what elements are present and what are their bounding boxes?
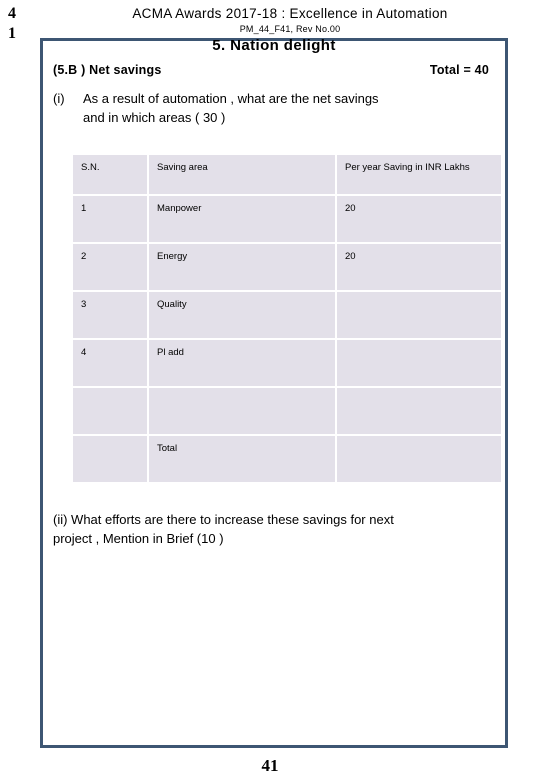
cell-total-value[interactable] — [337, 436, 501, 482]
cell-area[interactable]: Manpower — [149, 196, 335, 242]
question-header-row: (5.B ) Net savings Total = 40 — [53, 63, 493, 77]
margin-marker-2: 1 — [8, 25, 16, 42]
sub-question-ii-line1: (ii) What efforts are there to increase … — [53, 512, 394, 527]
table-header-sn: S.N. — [73, 155, 147, 194]
table-header-row: S.N. Saving area Per year Saving in INR … — [73, 155, 501, 194]
sub-question-ii-line2: project , Mention in Brief (10 ) — [53, 531, 224, 546]
document-page: 4 1 ACMA Awards 2017-18 : Excellence in … — [0, 0, 540, 780]
cell-sn[interactable] — [73, 388, 147, 434]
document-title: ACMA Awards 2017-18 : Excellence in Auto… — [132, 6, 448, 21]
cell-value[interactable]: 20 — [337, 196, 501, 242]
savings-table: S.N. Saving area Per year Saving in INR … — [71, 153, 503, 484]
table-header-area: Saving area — [149, 155, 335, 194]
cell-sn[interactable] — [73, 436, 147, 482]
sub-question-i-text: As a result of automation , what are the… — [83, 89, 497, 127]
table-row: 1 Manpower 20 — [73, 196, 501, 242]
margin-page-markers: 4 1 — [8, 4, 34, 44]
cell-sn[interactable]: 2 — [73, 244, 147, 290]
sub-question-i-line2: and in which areas ( 30 ) — [83, 110, 226, 125]
cell-value[interactable] — [337, 292, 501, 338]
sub-question-i-line1: As a result of automation , what are the… — [83, 91, 379, 106]
total-marks-label: Total = 40 — [429, 63, 489, 77]
sub-question-i-marker: (i) — [53, 91, 65, 106]
table-row: 2 Energy 20 — [73, 244, 501, 290]
cell-area[interactable] — [149, 388, 335, 434]
savings-table-wrapper: S.N. Saving area Per year Saving in INR … — [71, 153, 501, 484]
margin-marker-1: 4 — [8, 5, 16, 22]
cell-value[interactable] — [337, 388, 501, 434]
section-title: 5. Nation delight — [212, 37, 336, 54]
document-form-code: PM_44_F41, Rev No.00 — [239, 24, 341, 34]
table-row — [73, 388, 501, 434]
document-header: ACMA Awards 2017-18 : Excellence in Auto… — [60, 6, 520, 34]
cell-sn[interactable]: 4 — [73, 340, 147, 386]
cell-area[interactable]: Pl add — [149, 340, 335, 386]
question-label: (5.B ) Net savings — [53, 63, 162, 77]
cell-total-label[interactable]: Total — [149, 436, 335, 482]
cell-value[interactable] — [337, 340, 501, 386]
cell-area[interactable]: Quality — [149, 292, 335, 338]
sub-question-i: (i) As a result of automation , what are… — [53, 89, 497, 127]
table-row-total: Total — [73, 436, 501, 482]
sub-question-ii: (ii) What efforts are there to increase … — [53, 510, 497, 548]
cell-value[interactable]: 20 — [337, 244, 501, 290]
content-frame: 5. Nation delight (5.B ) Net savings Tot… — [40, 37, 508, 748]
table-row: 3 Quality — [73, 292, 501, 338]
cell-sn[interactable]: 1 — [73, 196, 147, 242]
cell-sn[interactable]: 3 — [73, 292, 147, 338]
table-row: 4 Pl add — [73, 340, 501, 386]
table-header-value: Per year Saving in INR Lakhs — [337, 155, 501, 194]
page-number: 41 — [261, 756, 279, 775]
cell-area[interactable]: Energy — [149, 244, 335, 290]
